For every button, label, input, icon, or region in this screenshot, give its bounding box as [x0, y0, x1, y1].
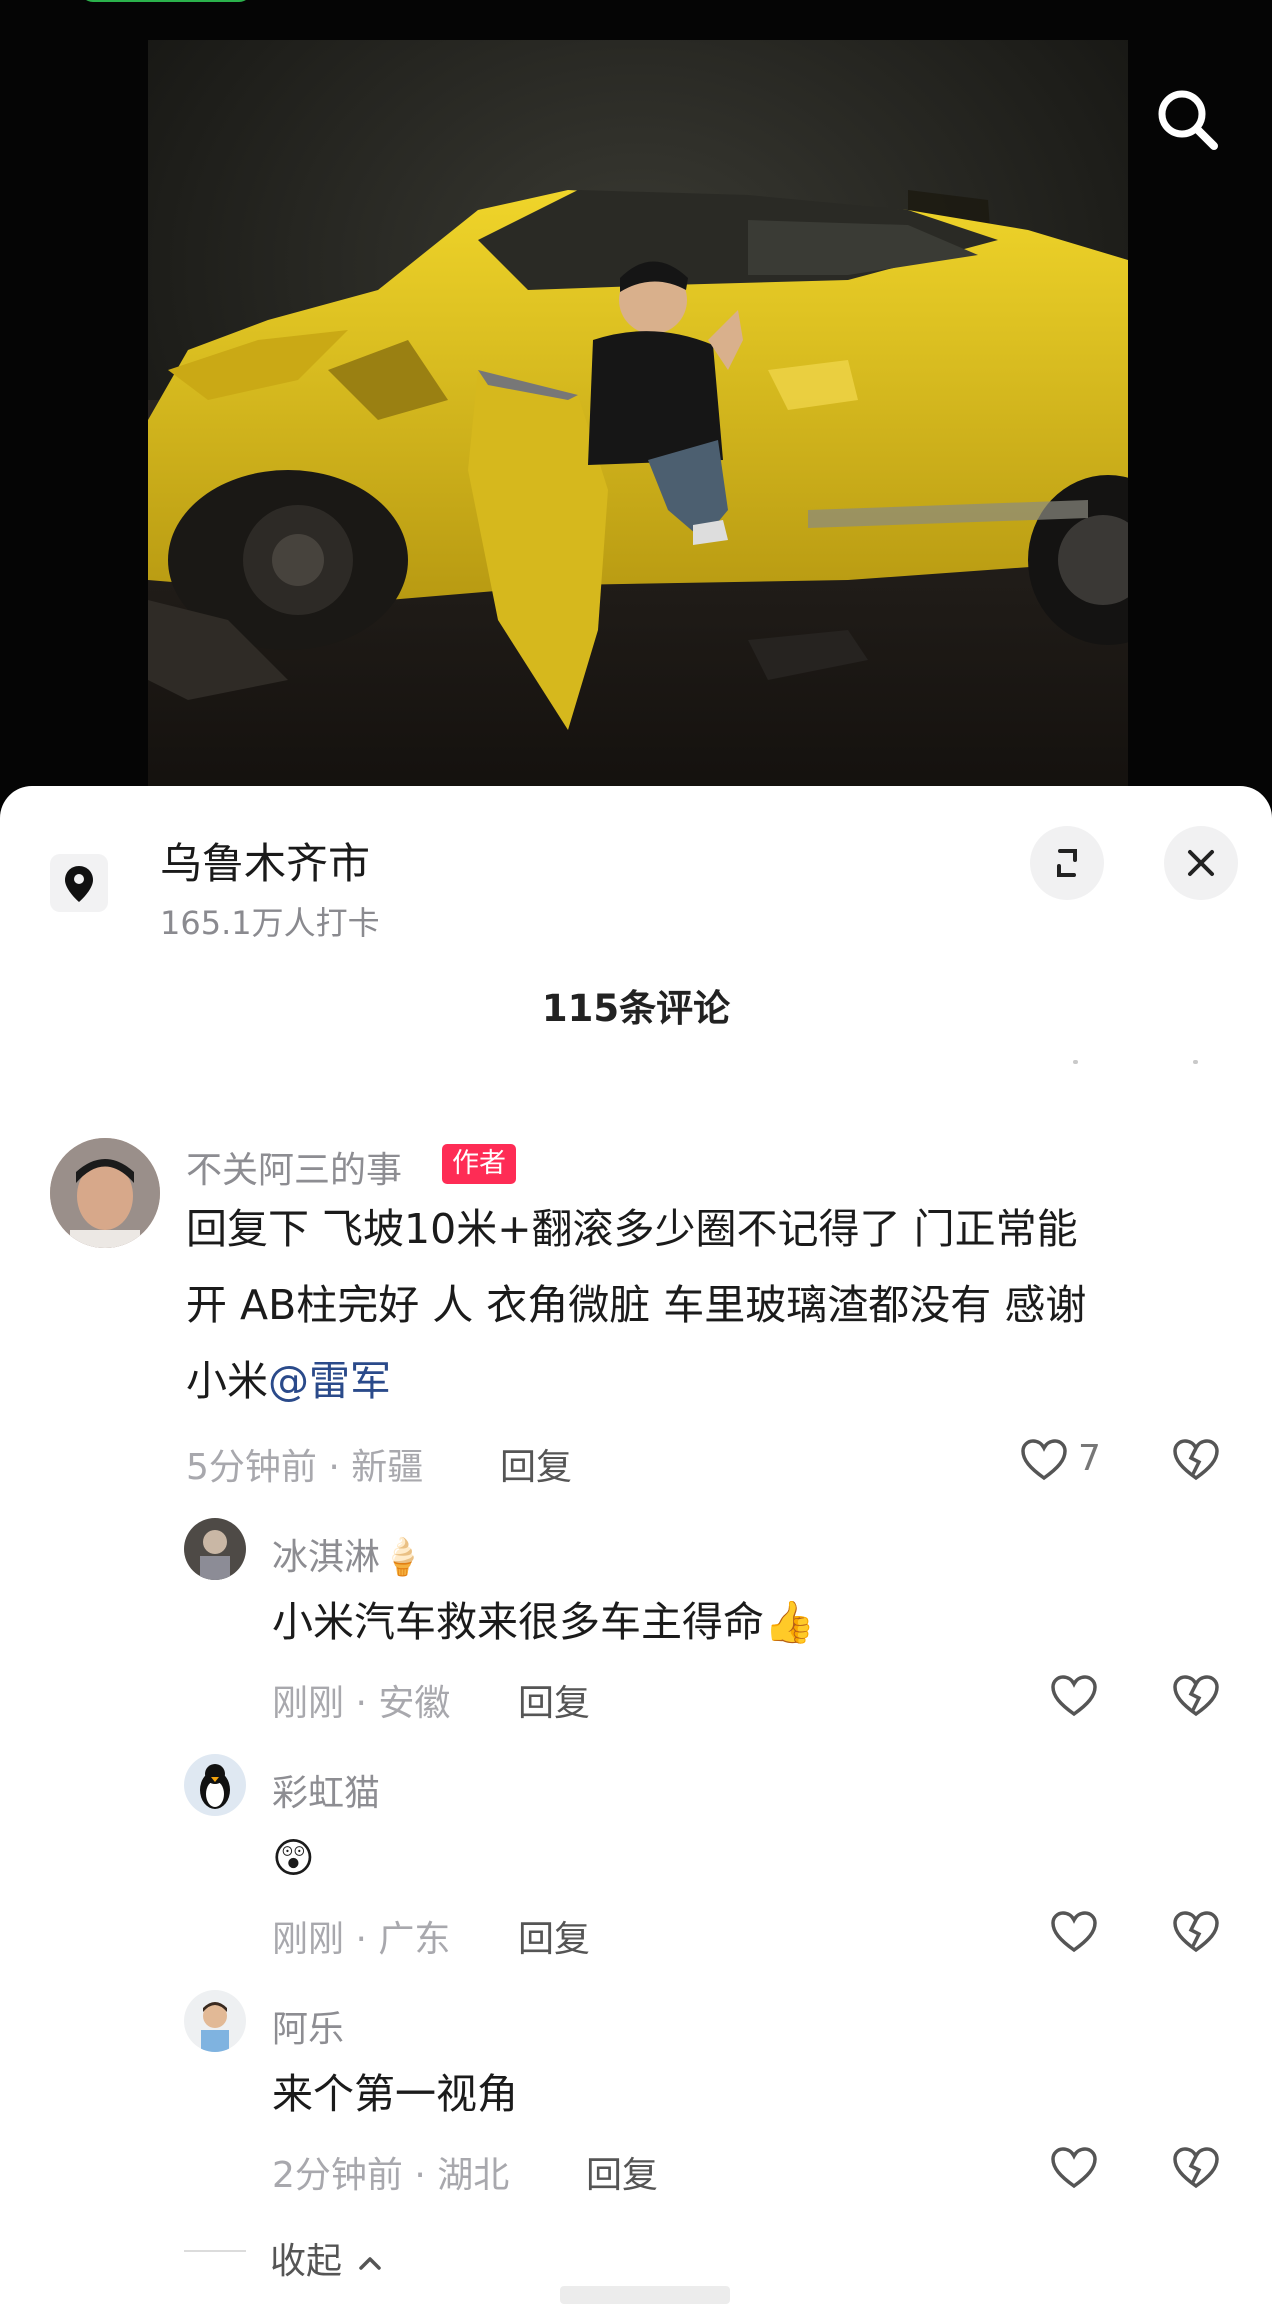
user-photo — [50, 1138, 160, 1248]
reply-button[interactable]: 回复 — [518, 1910, 590, 1962]
mention-link[interactable]: @雷军 — [268, 1357, 391, 1405]
author-badge: 作者 — [442, 1144, 516, 1184]
user-photo — [184, 1518, 246, 1580]
comment-text-line: 小米@雷军 — [186, 1343, 391, 1419]
comment-sheet: 乌鲁木齐市 165.1万人打卡 115条评论 不关阿三的事 作者 回复下 飞坡1… — [0, 786, 1272, 2304]
search-icon — [1158, 90, 1218, 150]
dislike-icon[interactable] — [1172, 1910, 1220, 1954]
comment-text-prefix: 小米 — [186, 1357, 268, 1405]
avatar[interactable] — [184, 1754, 246, 1816]
close-icon — [1188, 850, 1214, 876]
reply-button[interactable]: 回复 — [500, 1438, 572, 1490]
video-player[interactable] — [0, 0, 1272, 800]
dislike-icon[interactable] — [1172, 1438, 1220, 1482]
comment-text-line: 回复下 飞坡10米+翻滚多少圈不记得了 门正常能 — [186, 1205, 1078, 1253]
comment-text: 😲 — [272, 1834, 315, 1882]
status-indicator — [80, 0, 252, 2]
comment-text-line: 开 AB柱完好 人 衣角微脏 车里玻璃渣都没有 感谢 — [186, 1281, 1087, 1329]
heart-icon[interactable] — [1050, 2146, 1098, 2190]
location-checkins: 165.1万人打卡 — [160, 904, 380, 942]
comment-username[interactable]: 不关阿三的事 — [186, 1141, 402, 1193]
comment-text: 小米汽车救来很多车主得命👍 — [272, 1598, 816, 1646]
divider-dot — [1073, 1060, 1078, 1064]
comment-meta: 5分钟前 · 新疆 — [186, 1447, 424, 1488]
car-crash-photo — [148, 40, 1128, 795]
collapse-replies-button[interactable]: 收起 — [270, 2232, 383, 2284]
comment-text: 来个第一视角 — [272, 2070, 518, 2118]
collapse-label: 收起 — [270, 2241, 343, 2282]
heart-icon[interactable] — [1020, 1438, 1068, 1482]
avatar[interactable] — [184, 1518, 246, 1580]
reply-button[interactable]: 回复 — [518, 1674, 590, 1726]
location-button[interactable] — [50, 854, 108, 912]
location-title[interactable]: 乌鲁木齐市 — [160, 830, 370, 891]
location-pin-icon — [65, 866, 93, 902]
comment-username[interactable]: 阿乐 — [272, 2000, 344, 2052]
search-button[interactable] — [1148, 80, 1228, 160]
avatar[interactable] — [184, 1990, 246, 2052]
expand-icon — [1057, 849, 1077, 877]
chevron-up-icon — [359, 2257, 382, 2270]
comment-meta: 2分钟前 · 湖北 — [272, 2155, 510, 2196]
avatar[interactable] — [50, 1138, 160, 1248]
comment-meta: 刚刚 · 广东 — [272, 1919, 451, 1960]
close-button[interactable] — [1164, 826, 1238, 900]
heart-icon[interactable] — [1050, 1910, 1098, 1954]
comment-count-title: 115条评论 — [541, 987, 731, 1030]
bottom-indicator — [560, 2286, 730, 2304]
dislike-icon[interactable] — [1172, 1674, 1220, 1718]
expand-button[interactable] — [1030, 826, 1104, 900]
comment-username[interactable]: 冰淇淋🍦 — [272, 1528, 425, 1580]
divider-dot — [1193, 1060, 1198, 1064]
dislike-icon[interactable] — [1172, 2146, 1220, 2190]
comment-username[interactable]: 彩虹猫 — [272, 1764, 380, 1816]
like-count: 7 — [1078, 1438, 1101, 1479]
penguin-avatar — [184, 1754, 246, 1816]
heart-icon[interactable] — [1050, 1674, 1098, 1718]
collapse-divider — [184, 2250, 246, 2252]
reply-button[interactable]: 回复 — [586, 2146, 658, 2198]
comment-meta: 刚刚 · 安徽 — [272, 1683, 451, 1724]
user-photo — [184, 1990, 246, 2052]
